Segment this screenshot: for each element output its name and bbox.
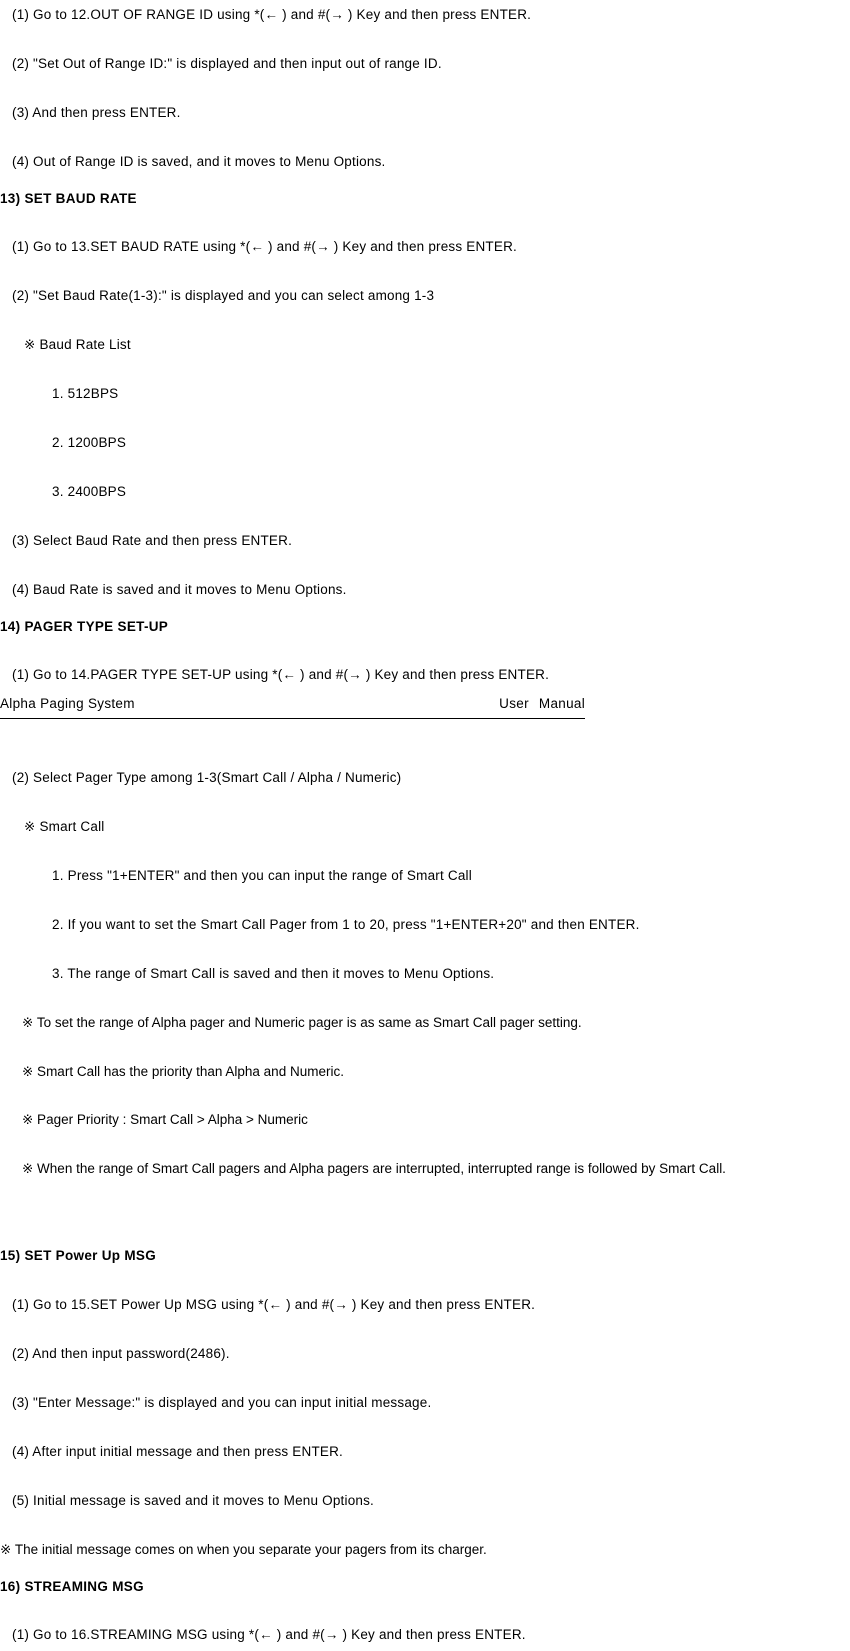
note: ※ Smart Call has the priority than Alpha… <box>22 1063 850 1082</box>
note-label: ※ Smart Call <box>24 818 850 837</box>
list-item: 2. 1200BPS <box>52 434 850 453</box>
section-heading-streaming-msg: 16) STREAMING MSG <box>0 1578 850 1597</box>
step: (3) Select Baud Rate and then press ENTE… <box>12 532 850 551</box>
note: ※ To set the range of Alpha pager and Nu… <box>22 1014 850 1033</box>
note: ※ When the range of Smart Call pagers an… <box>22 1160 850 1179</box>
footer-left: Alpha Paging System <box>0 695 135 714</box>
list-item: 1. 512BPS <box>52 385 850 404</box>
step: (4) After input initial message and then… <box>12 1443 850 1462</box>
section-heading-power-up-msg: 15) SET Power Up MSG <box>0 1247 850 1266</box>
step: (3) "Enter Message:" is displayed and yo… <box>12 1394 850 1413</box>
step: (2) "Set Out of Range ID:" is displayed … <box>12 55 850 74</box>
list-item: 3. 2400BPS <box>52 483 850 502</box>
note: ※ Pager Priority : Smart Call > Alpha > … <box>22 1111 850 1130</box>
step: (2) And then input password(2486). <box>12 1345 850 1364</box>
step: (5) Initial message is saved and it move… <box>12 1492 850 1511</box>
step: (1) Go to 13.SET BAUD RATE using *(← ) a… <box>12 238 850 257</box>
step: (2) "Set Baud Rate(1-3):" is displayed a… <box>12 287 850 306</box>
step: (1) Go to 15.SET Power Up MSG using *(← … <box>12 1296 850 1315</box>
step: (4) Baud Rate is saved and it moves to M… <box>12 581 850 600</box>
list-item: 2. If you want to set the Smart Call Pag… <box>52 916 850 935</box>
document-body: (1) Go to 12.OUT OF RANGE ID using *(← )… <box>0 6 850 1645</box>
step: (1) Go to 16.STREAMING MSG using *(← ) a… <box>12 1626 850 1645</box>
step: (1) Go to 12.OUT OF RANGE ID using *(← )… <box>12 6 850 25</box>
step: (1) Go to 14.PAGER TYPE SET-UP using *(←… <box>12 666 850 685</box>
list-item: 1. Press "1+ENTER" and then you can inpu… <box>52 867 850 886</box>
section-heading-baud-rate: 13) SET BAUD RATE <box>0 190 850 209</box>
step: (3) And then press ENTER. <box>12 104 850 123</box>
list-item: 3. The range of Smart Call is saved and … <box>52 965 850 984</box>
step: (2) Select Pager Type among 1-3(Smart Ca… <box>12 769 850 788</box>
footer-right: User Manual <box>499 695 585 714</box>
note-label: ※ Baud Rate List <box>24 336 850 355</box>
step: (4) Out of Range ID is saved, and it mov… <box>12 153 850 172</box>
page-footer: Alpha Paging System User Manual <box>0 695 585 719</box>
section-heading-pager-type: 14) PAGER TYPE SET-UP <box>0 618 850 637</box>
note: ※ The initial message comes on when you … <box>0 1541 850 1560</box>
